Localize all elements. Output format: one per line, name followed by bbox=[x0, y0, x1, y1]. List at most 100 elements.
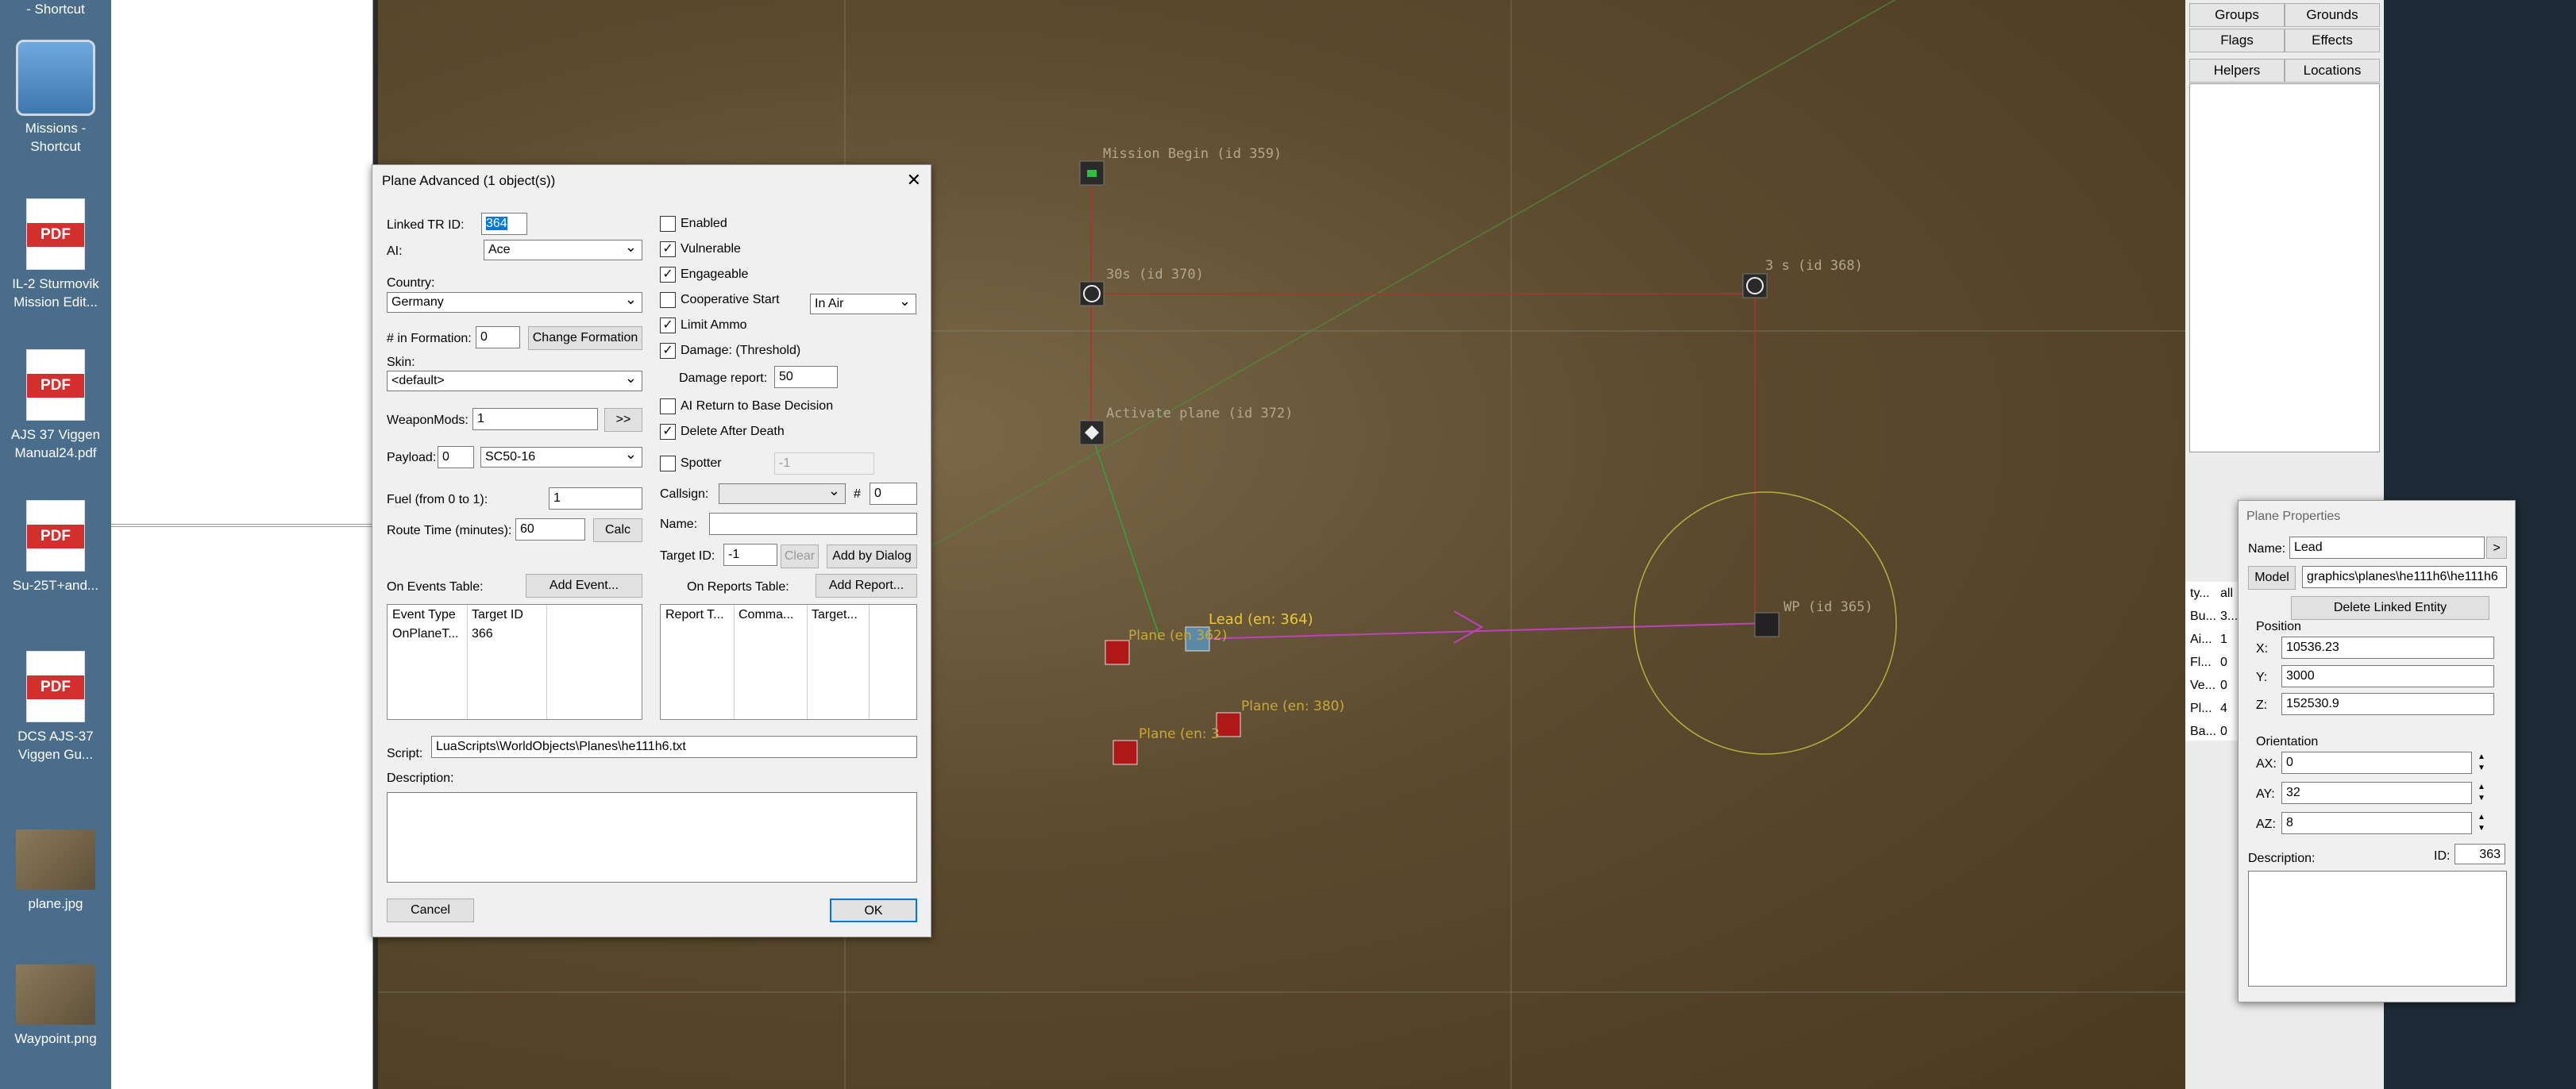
column-header[interactable]: Event Type bbox=[392, 608, 456, 622]
ai-select[interactable]: Ace bbox=[484, 237, 642, 260]
delete-after-death-checkbox[interactable]: ✓ Delete After Death bbox=[660, 424, 785, 440]
column-header[interactable]: Comma... bbox=[738, 608, 793, 622]
checkbox-box[interactable]: ✓ bbox=[660, 317, 676, 333]
route-time-input[interactable]: 60 bbox=[515, 518, 585, 541]
checkbox-box[interactable]: ✓ bbox=[660, 424, 676, 440]
ax-input[interactable]: 0 bbox=[2281, 752, 2472, 774]
position-label: Position bbox=[2256, 620, 2301, 633]
viggen-manual-pdf[interactable]: PDF AJS 37 Viggen Manual24.pdf bbox=[3, 349, 108, 462]
plane-icon[interactable] bbox=[1113, 740, 1138, 765]
target-id-input[interactable]: -1 bbox=[723, 544, 777, 566]
vulnerable-checkbox[interactable]: ✓ Vulnerable bbox=[660, 241, 741, 257]
image-thumbnail-icon bbox=[16, 964, 95, 1025]
image-thumbnail-icon bbox=[16, 829, 95, 890]
properties-table[interactable]: ty... Bu... Ai... Fl... Ve... Pl... Ba... bbox=[2185, 582, 2217, 741]
calc-button[interactable]: Calc bbox=[593, 518, 642, 542]
fuel-input[interactable]: 1 bbox=[549, 487, 642, 510]
flags-button[interactable]: Flags bbox=[2189, 29, 2285, 52]
engageable-checkbox[interactable]: ✓ Engageable bbox=[660, 267, 748, 283]
damage-threshold-checkbox[interactable]: ✓ Damage: (Threshold) bbox=[660, 343, 800, 359]
plane-icon[interactable] bbox=[1105, 640, 1130, 665]
name-expand-button[interactable]: > bbox=[2486, 537, 2507, 559]
script-input[interactable]: LuaScripts\WorldObjects\Planes\he111h6.t… bbox=[431, 736, 917, 758]
ai-return-checkbox[interactable]: AI Return to Base Decision bbox=[660, 398, 833, 414]
damage-report-input[interactable]: 50 bbox=[774, 366, 838, 388]
add-report-button[interactable]: Add Report... bbox=[816, 574, 917, 598]
missions-shortcut[interactable]: Missions - Shortcut bbox=[3, 40, 108, 156]
ay-label: AY: bbox=[2256, 787, 2275, 801]
effects-button[interactable]: Effects bbox=[2285, 29, 2380, 52]
desktop-shortcut-item[interactable]: - Shortcut bbox=[3, 0, 108, 18]
viggen-guide-pdf[interactable]: PDF DCS AJS-37 Viggen Gu... bbox=[3, 651, 108, 764]
reports-table[interactable]: Report T... Comma... Target... bbox=[660, 604, 917, 720]
checkbox-box[interactable]: ✓ bbox=[660, 241, 676, 257]
waypoint-png[interactable]: Waypoint.png bbox=[3, 964, 108, 1048]
orientation-label: Orientation bbox=[2256, 735, 2319, 748]
checkbox-box[interactable]: ✓ bbox=[660, 267, 676, 283]
ok-button[interactable]: OK bbox=[830, 899, 917, 922]
model-button[interactable]: Model bbox=[2248, 566, 2296, 590]
locations-button[interactable]: Locations bbox=[2285, 59, 2380, 83]
il2-editor-pdf[interactable]: PDF IL-2 Sturmovik Mission Edit... bbox=[3, 198, 108, 311]
su25t-pdf[interactable]: PDF Su-25T+and... bbox=[3, 500, 108, 595]
weaponmods-input[interactable]: 1 bbox=[472, 408, 598, 430]
linked-tr-input[interactable]: 364 bbox=[481, 213, 527, 235]
x-input[interactable]: 10536.23 bbox=[2281, 637, 2494, 659]
column-header[interactable]: Target ID bbox=[472, 608, 523, 622]
delete-linked-entity-button[interactable]: Delete Linked Entity bbox=[2291, 596, 2489, 620]
events-table[interactable]: Event Type Target ID OnPlaneT... 366 bbox=[387, 604, 642, 720]
z-input[interactable]: 152530.9 bbox=[2281, 693, 2494, 715]
table-cell[interactable]: OnPlaneT... bbox=[392, 627, 459, 641]
az-spinner[interactable]: ▲ ▼ bbox=[2474, 812, 2489, 834]
formation-input[interactable]: 0 bbox=[476, 326, 520, 348]
enabled-checkbox[interactable]: Enabled bbox=[660, 216, 727, 232]
payload-input[interactable]: 0 bbox=[438, 446, 474, 468]
checkbox-box[interactable] bbox=[660, 398, 676, 414]
map-label: Activate plane (id 372) bbox=[1106, 406, 1293, 421]
add-event-button[interactable]: Add Event... bbox=[526, 574, 642, 598]
add-by-dialog-button[interactable]: Add by Dialog bbox=[827, 544, 917, 568]
plane-jpg[interactable]: plane.jpg bbox=[3, 829, 108, 913]
callsign-select[interactable] bbox=[719, 481, 846, 504]
plane-icon[interactable] bbox=[1216, 712, 1241, 737]
route-arrow bbox=[1453, 610, 1484, 644]
object-list[interactable] bbox=[2189, 83, 2380, 452]
helpers-button[interactable]: Helpers bbox=[2189, 59, 2285, 83]
column-header[interactable]: Target... bbox=[812, 608, 858, 622]
change-formation-button[interactable]: Change Formation bbox=[528, 326, 642, 350]
grounds-button[interactable]: Grounds bbox=[2285, 3, 2380, 27]
groups-button[interactable]: Groups bbox=[2189, 3, 2285, 27]
description-textarea[interactable] bbox=[2248, 871, 2507, 987]
checkbox-box[interactable] bbox=[660, 456, 676, 471]
ax-spinner[interactable]: ▲ ▼ bbox=[2474, 752, 2489, 774]
pdf-icon: PDF bbox=[26, 198, 85, 270]
checkbox-box[interactable] bbox=[660, 216, 676, 232]
skin-select[interactable]: <default> bbox=[387, 368, 642, 391]
cancel-button[interactable]: Cancel bbox=[387, 899, 474, 922]
column-header[interactable]: Report T... bbox=[665, 608, 724, 622]
limit-ammo-checkbox[interactable]: ✓ Limit Ammo bbox=[660, 317, 747, 333]
checkbox-box[interactable]: ✓ bbox=[660, 343, 676, 359]
ay-input[interactable]: 32 bbox=[2281, 782, 2472, 804]
table-cell[interactable]: 366 bbox=[472, 627, 493, 641]
coop-start-checkbox[interactable]: Cooperative Start bbox=[660, 292, 780, 308]
name-input[interactable]: Lead bbox=[2289, 537, 2485, 559]
weaponmods-button[interactable]: >> bbox=[604, 408, 642, 432]
clear-button[interactable]: Clear bbox=[781, 544, 819, 568]
name-label: Name: bbox=[2248, 542, 2286, 556]
checkbox-box[interactable] bbox=[660, 292, 676, 308]
y-input[interactable]: 3000 bbox=[2281, 665, 2494, 687]
model-input[interactable]: graphics\planes\he111h6\he111h6 bbox=[2302, 566, 2507, 588]
close-icon[interactable]: ✕ bbox=[907, 170, 921, 190]
country-select[interactable]: Germany bbox=[387, 290, 642, 313]
coop-start-select[interactable]: In Air bbox=[810, 291, 916, 314]
name-input[interactable] bbox=[709, 513, 917, 535]
map-label: WP (id 365) bbox=[1784, 599, 1873, 615]
waypoint-icon[interactable] bbox=[1754, 612, 1780, 637]
callsign-number-input[interactable]: 0 bbox=[870, 483, 917, 505]
spotter-checkbox[interactable]: Spotter bbox=[660, 456, 722, 471]
ay-spinner[interactable]: ▲ ▼ bbox=[2474, 782, 2489, 804]
payload-select[interactable]: SC50-16 bbox=[480, 444, 642, 468]
description-textarea[interactable] bbox=[387, 792, 917, 883]
az-input[interactable]: 8 bbox=[2281, 812, 2472, 834]
